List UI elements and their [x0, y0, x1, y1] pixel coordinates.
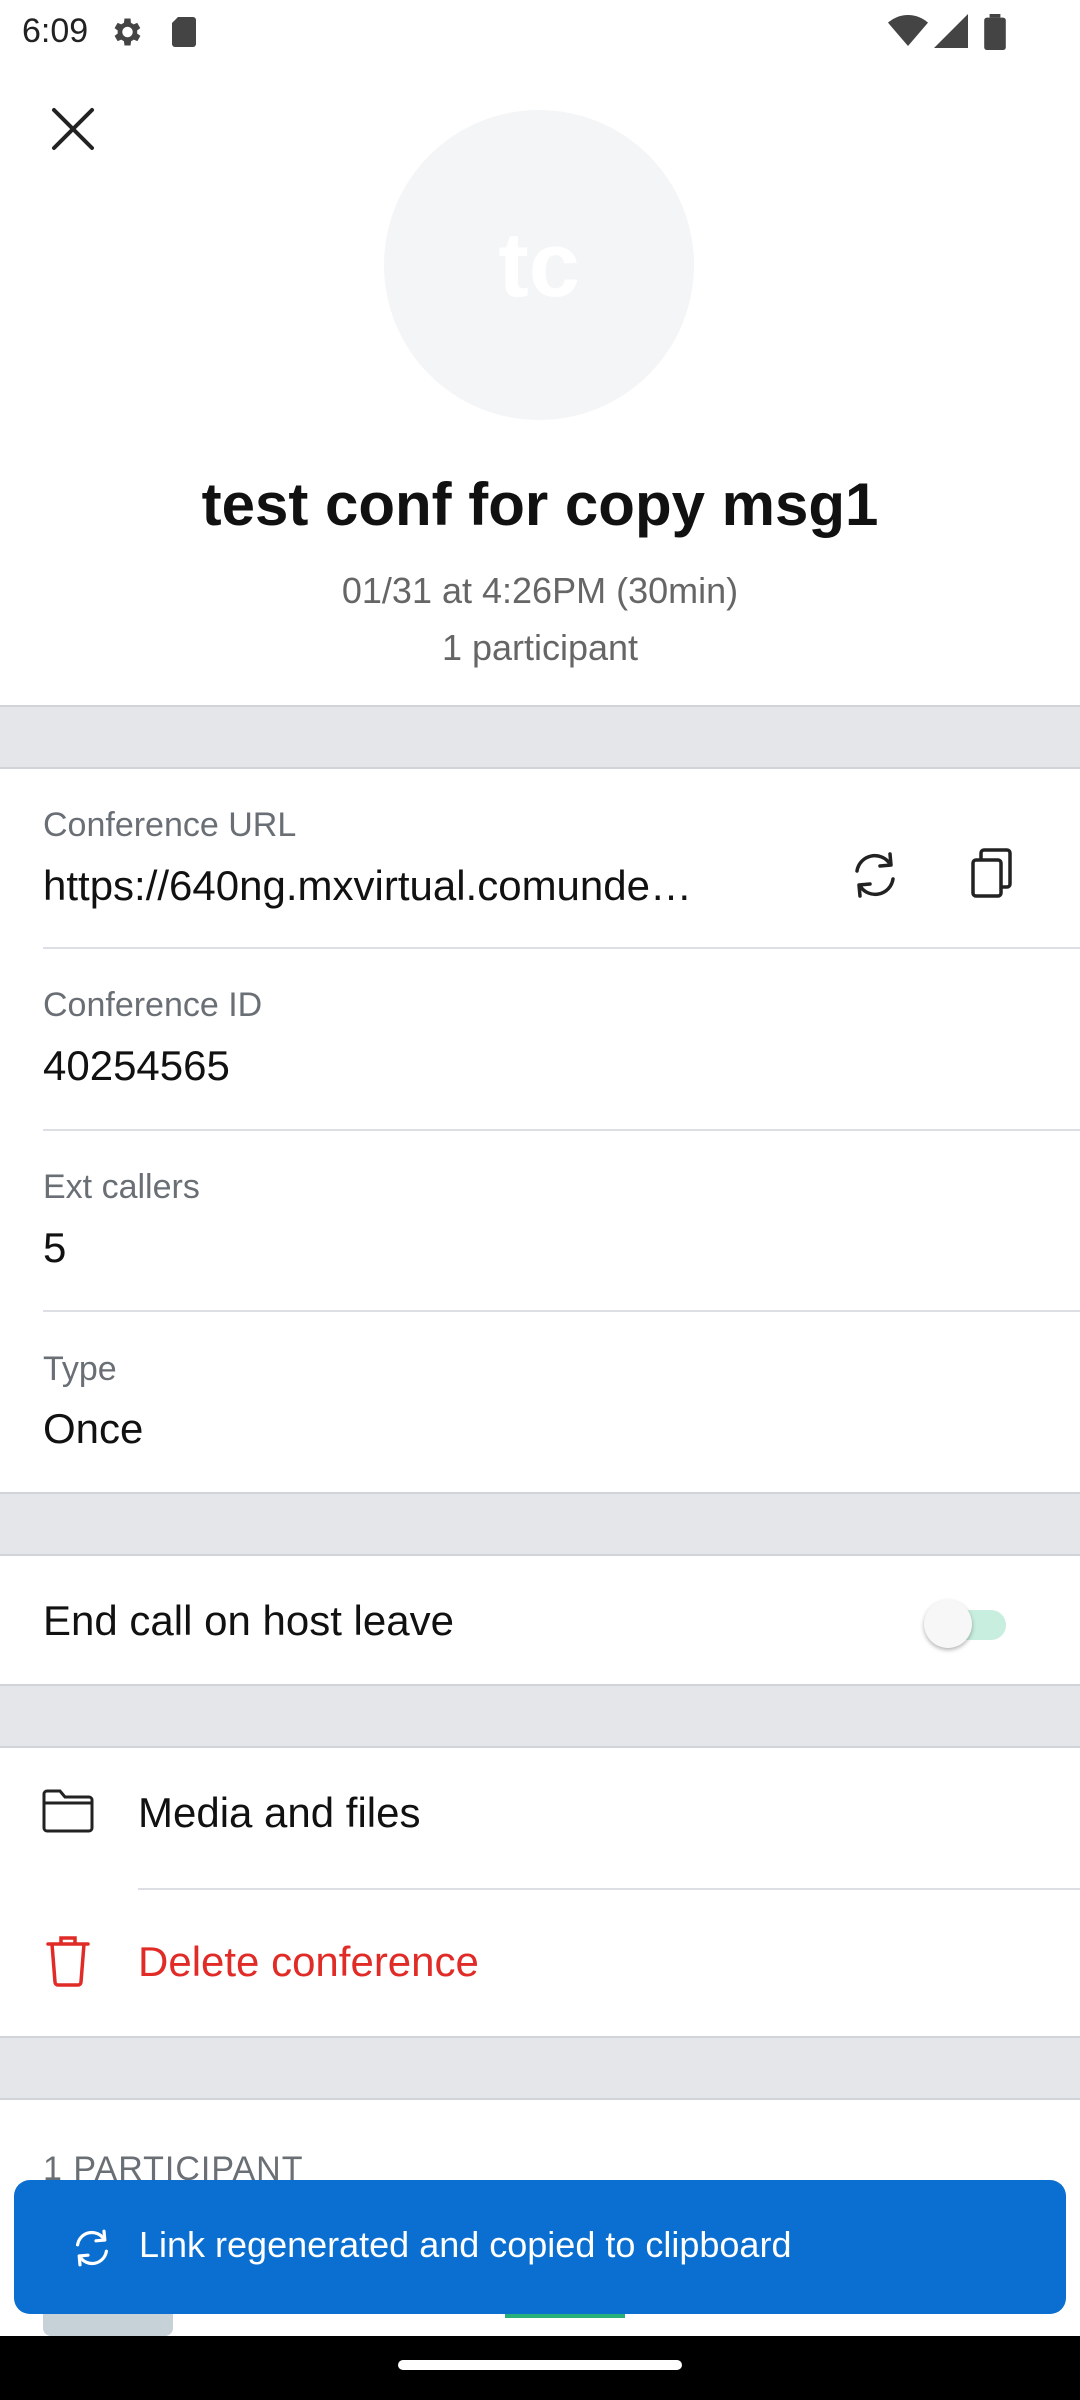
- conference-id-label: Conference ID: [43, 986, 263, 1024]
- conference-id-value: 40254565: [43, 1042, 230, 1089]
- type-label: Type: [43, 1350, 117, 1388]
- ext-callers-label: Ext callers: [43, 1168, 200, 1206]
- end-call-on-host-leave-toggle[interactable]: [924, 1596, 1010, 1648]
- toast-message: Link regenerated and copied to clipboard: [139, 2224, 792, 2265]
- copy-link-button[interactable]: [957, 840, 1027, 910]
- delete-conference-label: Delete conference: [138, 1938, 479, 1985]
- folder-icon: [42, 1789, 94, 1833]
- participant-count: 1 participant: [441, 627, 639, 668]
- type-value: Once: [43, 1405, 144, 1452]
- regenerate-link-button[interactable]: [840, 840, 910, 910]
- toggle-thumb: [924, 1600, 972, 1648]
- avatar-initials: tc: [498, 213, 580, 316]
- page-title: test conf for copy msg1: [201, 471, 879, 538]
- media-and-files-label: Media and files: [138, 1789, 421, 1836]
- end-call-on-host-leave-label: End call on host leave: [43, 1597, 454, 1644]
- sd-card-icon: [172, 17, 196, 47]
- battery-icon: [984, 14, 1006, 50]
- conference-datetime: 01/31 at 4:26PM (30min): [341, 570, 739, 611]
- divider: [43, 1129, 1080, 1131]
- section-divider: [0, 705, 1080, 769]
- section-divider: [0, 1684, 1080, 1748]
- status-bar: 6:09: [0, 0, 1080, 64]
- divider: [138, 1888, 1080, 1890]
- conference-url-value[interactable]: https://640ng.mxvirtual.comunde…: [43, 862, 692, 910]
- section-divider: [0, 2036, 1080, 2100]
- signal-icon: [934, 14, 968, 48]
- divider: [43, 1310, 1080, 1312]
- trash-icon: [46, 1936, 90, 1987]
- avatar: tc: [384, 110, 694, 420]
- close-button[interactable]: [40, 96, 106, 162]
- settings-icon: [114, 18, 141, 46]
- wifi-icon: [888, 15, 928, 46]
- copy-icon: [971, 848, 1012, 898]
- section-divider: [0, 1492, 1080, 1556]
- toast-snackbar: Link regenerated and copied to clipboard: [14, 2180, 1066, 2314]
- home-gesture-handle[interactable]: [398, 2360, 682, 2370]
- divider: [43, 947, 1080, 949]
- close-icon: [52, 108, 94, 150]
- refresh-icon: [76, 2229, 108, 2267]
- refresh-icon: [855, 852, 895, 898]
- ext-callers-value: 5: [43, 1224, 67, 1271]
- status-time: 6:09: [22, 12, 89, 50]
- conference-url-label: Conference URL: [43, 806, 297, 844]
